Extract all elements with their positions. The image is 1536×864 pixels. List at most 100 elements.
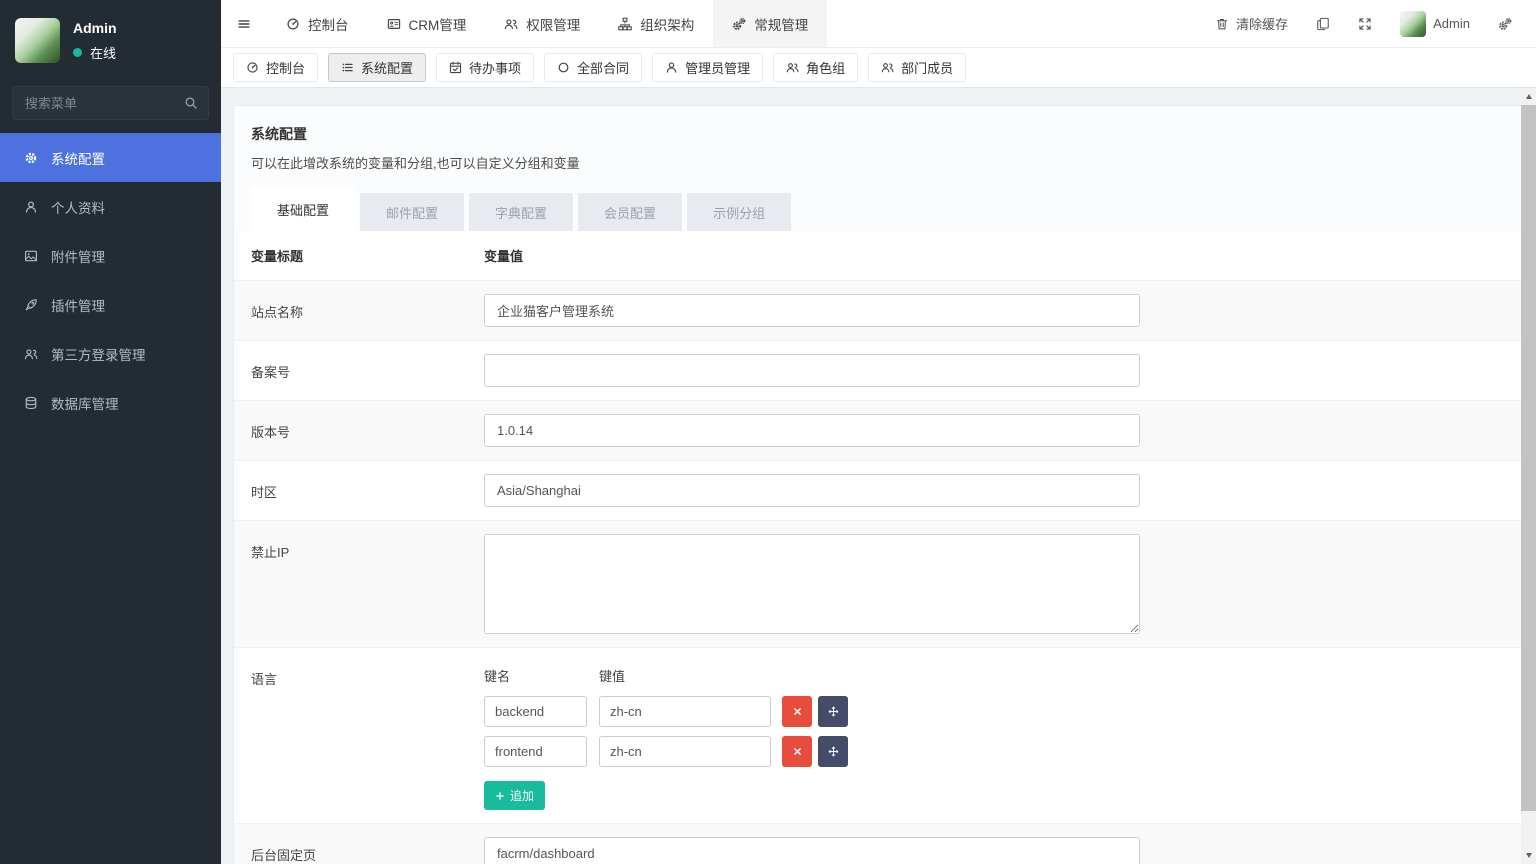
kv-delete-button-1[interactable]: [782, 736, 812, 767]
field-label: 时区: [251, 474, 484, 507]
vertical-scrollbar[interactable]: [1521, 88, 1536, 864]
sidebar-item-4[interactable]: 第三方登录管理: [0, 329, 221, 378]
config-tab-2[interactable]: 字典配置: [469, 193, 573, 231]
sidebar-item-1[interactable]: 个人资料: [0, 182, 221, 231]
sidebar-username: Admin: [73, 20, 117, 36]
topnav-item-2[interactable]: 权限管理: [485, 0, 599, 47]
table-header: 变量标题 变量值: [234, 231, 1529, 280]
config-tab-0[interactable]: 基础配置: [251, 187, 355, 231]
sidebar-item-0[interactable]: 系统配置: [0, 133, 221, 182]
form-row-5: 语言 键名 键值 追加: [234, 647, 1529, 823]
fullscreen-button[interactable]: [1344, 0, 1386, 48]
topbar: 控制台 CRM管理 权限管理 组织架构 常规管理 清除缓存 Admin: [221, 0, 1536, 48]
field-4-textarea[interactable]: [484, 534, 1140, 634]
window-tab-5[interactable]: 角色组: [773, 53, 858, 82]
user-status-label: 在线: [90, 43, 116, 62]
topnav-item-1[interactable]: CRM管理: [368, 0, 486, 47]
sidebar-item-label: 插件管理: [51, 295, 105, 315]
kv-headers: 键名 键值: [484, 661, 1140, 696]
kv-value-header: 键值: [599, 666, 625, 685]
col-title: 变量标题: [251, 246, 484, 265]
move-icon: [828, 746, 839, 757]
kv-key-input-1[interactable]: [484, 736, 587, 767]
sidebar-search: [12, 86, 209, 120]
sidebar-toggle-button[interactable]: [221, 0, 267, 47]
sidebar-item-label: 附件管理: [51, 246, 105, 266]
trash-icon: [1215, 17, 1229, 31]
scroll-down-button[interactable]: [1521, 847, 1536, 864]
sidebar-item-label: 第三方登录管理: [51, 344, 146, 364]
kv-move-button-0[interactable]: [818, 696, 848, 727]
window-tab-label: 系统配置: [361, 58, 413, 77]
delete-icon: [792, 746, 803, 757]
form-row-0: 站点名称: [234, 280, 1529, 340]
config-tab-4[interactable]: 示例分组: [687, 193, 791, 231]
config-tab-label: 字典配置: [495, 203, 547, 222]
config-tab-label: 基础配置: [277, 200, 329, 219]
sidebar-item-3[interactable]: 插件管理: [0, 280, 221, 329]
user-menu-button[interactable]: Admin: [1386, 0, 1484, 48]
form-row-4: 禁止IP: [234, 520, 1529, 647]
kv-pair-1: [484, 736, 1512, 767]
user-icon: [665, 61, 678, 74]
field-label: 版本号: [251, 414, 484, 447]
clear-cache-button[interactable]: 清除缓存: [1201, 0, 1302, 48]
docs-button[interactable]: [1302, 0, 1344, 48]
calcheck-icon: [449, 61, 462, 74]
config-tab-3[interactable]: 会员配置: [578, 193, 682, 231]
kv-delete-button-0[interactable]: [782, 696, 812, 727]
user-status: 在线: [73, 43, 117, 62]
window-tab-3[interactable]: 全部合同: [544, 53, 642, 82]
content-area: 系统配置 可以在此增改系统的变量和分组,也可以自定义分组和变量 基础配置 邮件配…: [221, 88, 1536, 864]
kv-value-input-1[interactable]: [599, 736, 771, 767]
sidebar-menu: 系统配置 个人资料 附件管理 插件管理 第三方登录管理 数据库管理: [0, 133, 221, 427]
col-value: 变量值: [484, 246, 523, 265]
user-icon: [24, 200, 38, 214]
field-0-input[interactable]: [484, 294, 1140, 327]
config-tab-1[interactable]: 邮件配置: [360, 193, 464, 231]
topnav-item-3[interactable]: 组织架构: [599, 0, 713, 47]
sidebar-item-2[interactable]: 附件管理: [0, 231, 221, 280]
sitemap-icon: [618, 17, 632, 31]
window-tab-4[interactable]: 管理员管理: [652, 53, 763, 82]
settings-button[interactable]: [1484, 0, 1526, 48]
sidebar-item-label: 个人资料: [51, 197, 105, 217]
window-tab-label: 控制台: [266, 58, 305, 77]
gears-icon: [1498, 17, 1512, 31]
topnav-label: 常规管理: [754, 14, 808, 34]
field-3-input[interactable]: [484, 474, 1140, 507]
sidebar-item-5[interactable]: 数据库管理: [0, 378, 221, 427]
field-6-input[interactable]: [484, 837, 1140, 864]
window-tab-2[interactable]: 待办事项: [436, 53, 534, 82]
page-subtitle: 可以在此增改系统的变量和分组,也可以自定义分组和变量: [251, 153, 1529, 172]
expand-icon: [1358, 17, 1372, 31]
list-icon: [341, 61, 354, 74]
search-input[interactable]: [12, 86, 209, 120]
kv-value-input-0[interactable]: [599, 696, 771, 727]
user-avatar[interactable]: [15, 18, 60, 63]
delete-icon: [792, 706, 803, 717]
topnav-label: CRM管理: [409, 14, 467, 34]
window-tab-label: 待办事项: [469, 58, 521, 77]
window-tab-1[interactable]: 系统配置: [328, 53, 426, 82]
topbar-username: Admin: [1433, 16, 1470, 31]
form-row-1: 备案号: [234, 340, 1529, 400]
field-1-input[interactable]: [484, 354, 1140, 387]
kv-key-input-0[interactable]: [484, 696, 587, 727]
field-2-input[interactable]: [484, 414, 1140, 447]
form-row-6: 后台固定页: [234, 823, 1529, 864]
field-label: 禁止IP: [251, 534, 484, 634]
triangle-up-icon: [1526, 94, 1532, 99]
topnav-item-4[interactable]: 常规管理: [713, 0, 827, 47]
scroll-up-button[interactable]: [1521, 88, 1536, 105]
window-tab-6[interactable]: 部门成员: [868, 53, 966, 82]
window-tab-0[interactable]: 控制台: [233, 53, 318, 82]
sidebar-item-label: 系统配置: [51, 148, 105, 168]
search-icon[interactable]: [184, 96, 198, 110]
topnav-item-0[interactable]: 控制台: [267, 0, 368, 47]
scrollbar-thumb[interactable]: [1521, 105, 1536, 811]
window-tab-label: 全部合同: [577, 58, 629, 77]
kv-move-button-1[interactable]: [818, 736, 848, 767]
append-button[interactable]: 追加: [484, 781, 545, 810]
config-tabs: 基础配置 邮件配置 字典配置 会员配置 示例分组: [251, 187, 1529, 231]
